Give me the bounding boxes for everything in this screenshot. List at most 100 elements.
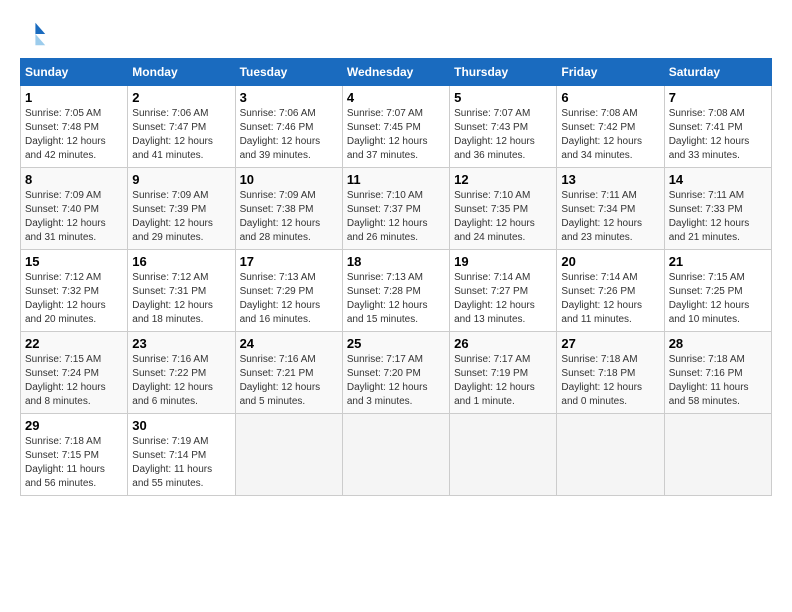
logo-icon <box>20 20 48 48</box>
day-number: 20 <box>561 254 659 269</box>
day-number: 23 <box>132 336 230 351</box>
calendar-cell: 8 Sunrise: 7:09 AM Sunset: 7:40 PM Daylig… <box>21 168 128 250</box>
day-number: 24 <box>240 336 338 351</box>
page-header <box>20 20 772 48</box>
calendar-cell: 7 Sunrise: 7:08 AM Sunset: 7:41 PM Daylig… <box>664 86 771 168</box>
day-number: 21 <box>669 254 767 269</box>
day-info: Sunrise: 7:12 AM Sunset: 7:31 PM Dayligh… <box>132 271 230 327</box>
calendar-cell: 5 Sunrise: 7:07 AM Sunset: 7:43 PM Daylig… <box>450 86 557 168</box>
day-info: Sunrise: 7:15 AM Sunset: 7:25 PM Dayligh… <box>669 271 767 327</box>
calendar-cell: 4Sunrise: 7:07 AM Sunset: 7:45 PM Daylig… <box>342 86 449 168</box>
day-info: Sunrise: 7:07 AM Sunset: 7:43 PM Dayligh… <box>454 107 552 163</box>
day-number: 10 <box>240 172 338 187</box>
day-info: Sunrise: 7:10 AM Sunset: 7:37 PM Dayligh… <box>347 189 445 245</box>
day-number: 12 <box>454 172 552 187</box>
day-number: 5 <box>454 90 552 105</box>
day-info: Sunrise: 7:17 AM Sunset: 7:19 PM Dayligh… <box>454 353 552 409</box>
week-row-4: 22Sunrise: 7:15 AM Sunset: 7:24 PM Dayli… <box>21 332 772 414</box>
day-info: Sunrise: 7:05 AM Sunset: 7:48 PM Dayligh… <box>25 107 123 163</box>
day-info: Sunrise: 7:11 AM Sunset: 7:33 PM Dayligh… <box>669 189 767 245</box>
day-info: Sunrise: 7:14 AM Sunset: 7:27 PM Dayligh… <box>454 271 552 327</box>
calendar-cell: 2 Sunrise: 7:06 AM Sunset: 7:47 PM Daylig… <box>128 86 235 168</box>
day-number: 14 <box>669 172 767 187</box>
day-info: Sunrise: 7:17 AM Sunset: 7:20 PM Dayligh… <box>347 353 445 409</box>
calendar-cell: 30 Sunrise: 7:19 AM Sunset: 7:14 PM Dayli… <box>128 414 235 496</box>
day-number: 17 <box>240 254 338 269</box>
header-saturday: Saturday <box>664 59 771 86</box>
day-number: 7 <box>669 90 767 105</box>
calendar-cell: 13 Sunrise: 7:11 AM Sunset: 7:34 PM Dayli… <box>557 168 664 250</box>
header-monday: Monday <box>128 59 235 86</box>
day-info: Sunrise: 7:08 AM Sunset: 7:42 PM Dayligh… <box>561 107 659 163</box>
day-number: 8 <box>25 172 123 187</box>
day-info: Sunrise: 7:13 AM Sunset: 7:28 PM Dayligh… <box>347 271 445 327</box>
day-number: 13 <box>561 172 659 187</box>
calendar-cell: 24 Sunrise: 7:16 AM Sunset: 7:21 PM Dayli… <box>235 332 342 414</box>
calendar-cell: 9 Sunrise: 7:09 AM Sunset: 7:39 PM Daylig… <box>128 168 235 250</box>
day-info: Sunrise: 7:19 AM Sunset: 7:14 PM Dayligh… <box>132 435 230 491</box>
header-tuesday: Tuesday <box>235 59 342 86</box>
calendar-cell: 28 Sunrise: 7:18 AM Sunset: 7:16 PM Dayli… <box>664 332 771 414</box>
day-number: 26 <box>454 336 552 351</box>
day-info: Sunrise: 7:09 AM Sunset: 7:39 PM Dayligh… <box>132 189 230 245</box>
day-number: 28 <box>669 336 767 351</box>
calendar-cell: 3 Sunrise: 7:06 AM Sunset: 7:46 PM Daylig… <box>235 86 342 168</box>
day-info: Sunrise: 7:18 AM Sunset: 7:16 PM Dayligh… <box>669 353 767 409</box>
day-number: 15 <box>25 254 123 269</box>
day-info: Sunrise: 7:06 AM Sunset: 7:47 PM Dayligh… <box>132 107 230 163</box>
calendar-cell: 22Sunrise: 7:15 AM Sunset: 7:24 PM Dayli… <box>21 332 128 414</box>
day-info: Sunrise: 7:18 AM Sunset: 7:18 PM Dayligh… <box>561 353 659 409</box>
day-info: Sunrise: 7:12 AM Sunset: 7:32 PM Dayligh… <box>25 271 123 327</box>
week-row-3: 15 Sunrise: 7:12 AM Sunset: 7:32 PM Dayli… <box>21 250 772 332</box>
day-number: 4 <box>347 90 445 105</box>
calendar-cell <box>557 414 664 496</box>
day-number: 3 <box>240 90 338 105</box>
calendar-cell: 1 Sunrise: 7:05 AM Sunset: 7:48 PM Daylig… <box>21 86 128 168</box>
calendar-cell: 10 Sunrise: 7:09 AM Sunset: 7:38 PM Dayli… <box>235 168 342 250</box>
day-info: Sunrise: 7:16 AM Sunset: 7:21 PM Dayligh… <box>240 353 338 409</box>
calendar-table: SundayMondayTuesdayWednesdayThursdayFrid… <box>20 58 772 496</box>
calendar-cell: 26 Sunrise: 7:17 AM Sunset: 7:19 PM Dayli… <box>450 332 557 414</box>
day-info: Sunrise: 7:13 AM Sunset: 7:29 PM Dayligh… <box>240 271 338 327</box>
calendar-cell: 6Sunrise: 7:08 AM Sunset: 7:42 PM Daylig… <box>557 86 664 168</box>
day-number: 2 <box>132 90 230 105</box>
calendar-cell: 15 Sunrise: 7:12 AM Sunset: 7:32 PM Dayli… <box>21 250 128 332</box>
week-row-2: 8 Sunrise: 7:09 AM Sunset: 7:40 PM Daylig… <box>21 168 772 250</box>
day-info: Sunrise: 7:11 AM Sunset: 7:34 PM Dayligh… <box>561 189 659 245</box>
day-info: Sunrise: 7:09 AM Sunset: 7:38 PM Dayligh… <box>240 189 338 245</box>
calendar-cell: 14 Sunrise: 7:11 AM Sunset: 7:33 PM Dayli… <box>664 168 771 250</box>
day-info: Sunrise: 7:09 AM Sunset: 7:40 PM Dayligh… <box>25 189 123 245</box>
day-info: Sunrise: 7:06 AM Sunset: 7:46 PM Dayligh… <box>240 107 338 163</box>
calendar-cell: 29 Sunrise: 7:18 AM Sunset: 7:15 PM Dayli… <box>21 414 128 496</box>
day-info: Sunrise: 7:18 AM Sunset: 7:15 PM Dayligh… <box>25 435 123 491</box>
week-row-5: 29 Sunrise: 7:18 AM Sunset: 7:15 PM Dayli… <box>21 414 772 496</box>
week-row-1: 1 Sunrise: 7:05 AM Sunset: 7:48 PM Daylig… <box>21 86 772 168</box>
day-number: 16 <box>132 254 230 269</box>
header-wednesday: Wednesday <box>342 59 449 86</box>
calendar-cell <box>235 414 342 496</box>
day-number: 9 <box>132 172 230 187</box>
day-info: Sunrise: 7:10 AM Sunset: 7:35 PM Dayligh… <box>454 189 552 245</box>
calendar-cell: 23 Sunrise: 7:16 AM Sunset: 7:22 PM Dayli… <box>128 332 235 414</box>
day-info: Sunrise: 7:16 AM Sunset: 7:22 PM Dayligh… <box>132 353 230 409</box>
day-number: 30 <box>132 418 230 433</box>
day-number: 29 <box>25 418 123 433</box>
calendar-cell <box>664 414 771 496</box>
calendar-cell: 11Sunrise: 7:10 AM Sunset: 7:37 PM Dayli… <box>342 168 449 250</box>
day-number: 27 <box>561 336 659 351</box>
logo <box>20 20 52 48</box>
header-sunday: Sunday <box>21 59 128 86</box>
day-info: Sunrise: 7:08 AM Sunset: 7:41 PM Dayligh… <box>669 107 767 163</box>
calendar-cell: 16 Sunrise: 7:12 AM Sunset: 7:31 PM Dayli… <box>128 250 235 332</box>
calendar-cell: 27 Sunrise: 7:18 AM Sunset: 7:18 PM Dayli… <box>557 332 664 414</box>
calendar-cell <box>450 414 557 496</box>
header-friday: Friday <box>557 59 664 86</box>
calendar-cell: 17 Sunrise: 7:13 AM Sunset: 7:29 PM Dayli… <box>235 250 342 332</box>
day-number: 1 <box>25 90 123 105</box>
calendar-cell: 19 Sunrise: 7:14 AM Sunset: 7:27 PM Dayli… <box>450 250 557 332</box>
day-info: Sunrise: 7:14 AM Sunset: 7:26 PM Dayligh… <box>561 271 659 327</box>
day-number: 18 <box>347 254 445 269</box>
day-number: 19 <box>454 254 552 269</box>
calendar-cell: 21 Sunrise: 7:15 AM Sunset: 7:25 PM Dayli… <box>664 250 771 332</box>
calendar-header-row: SundayMondayTuesdayWednesdayThursdayFrid… <box>21 59 772 86</box>
